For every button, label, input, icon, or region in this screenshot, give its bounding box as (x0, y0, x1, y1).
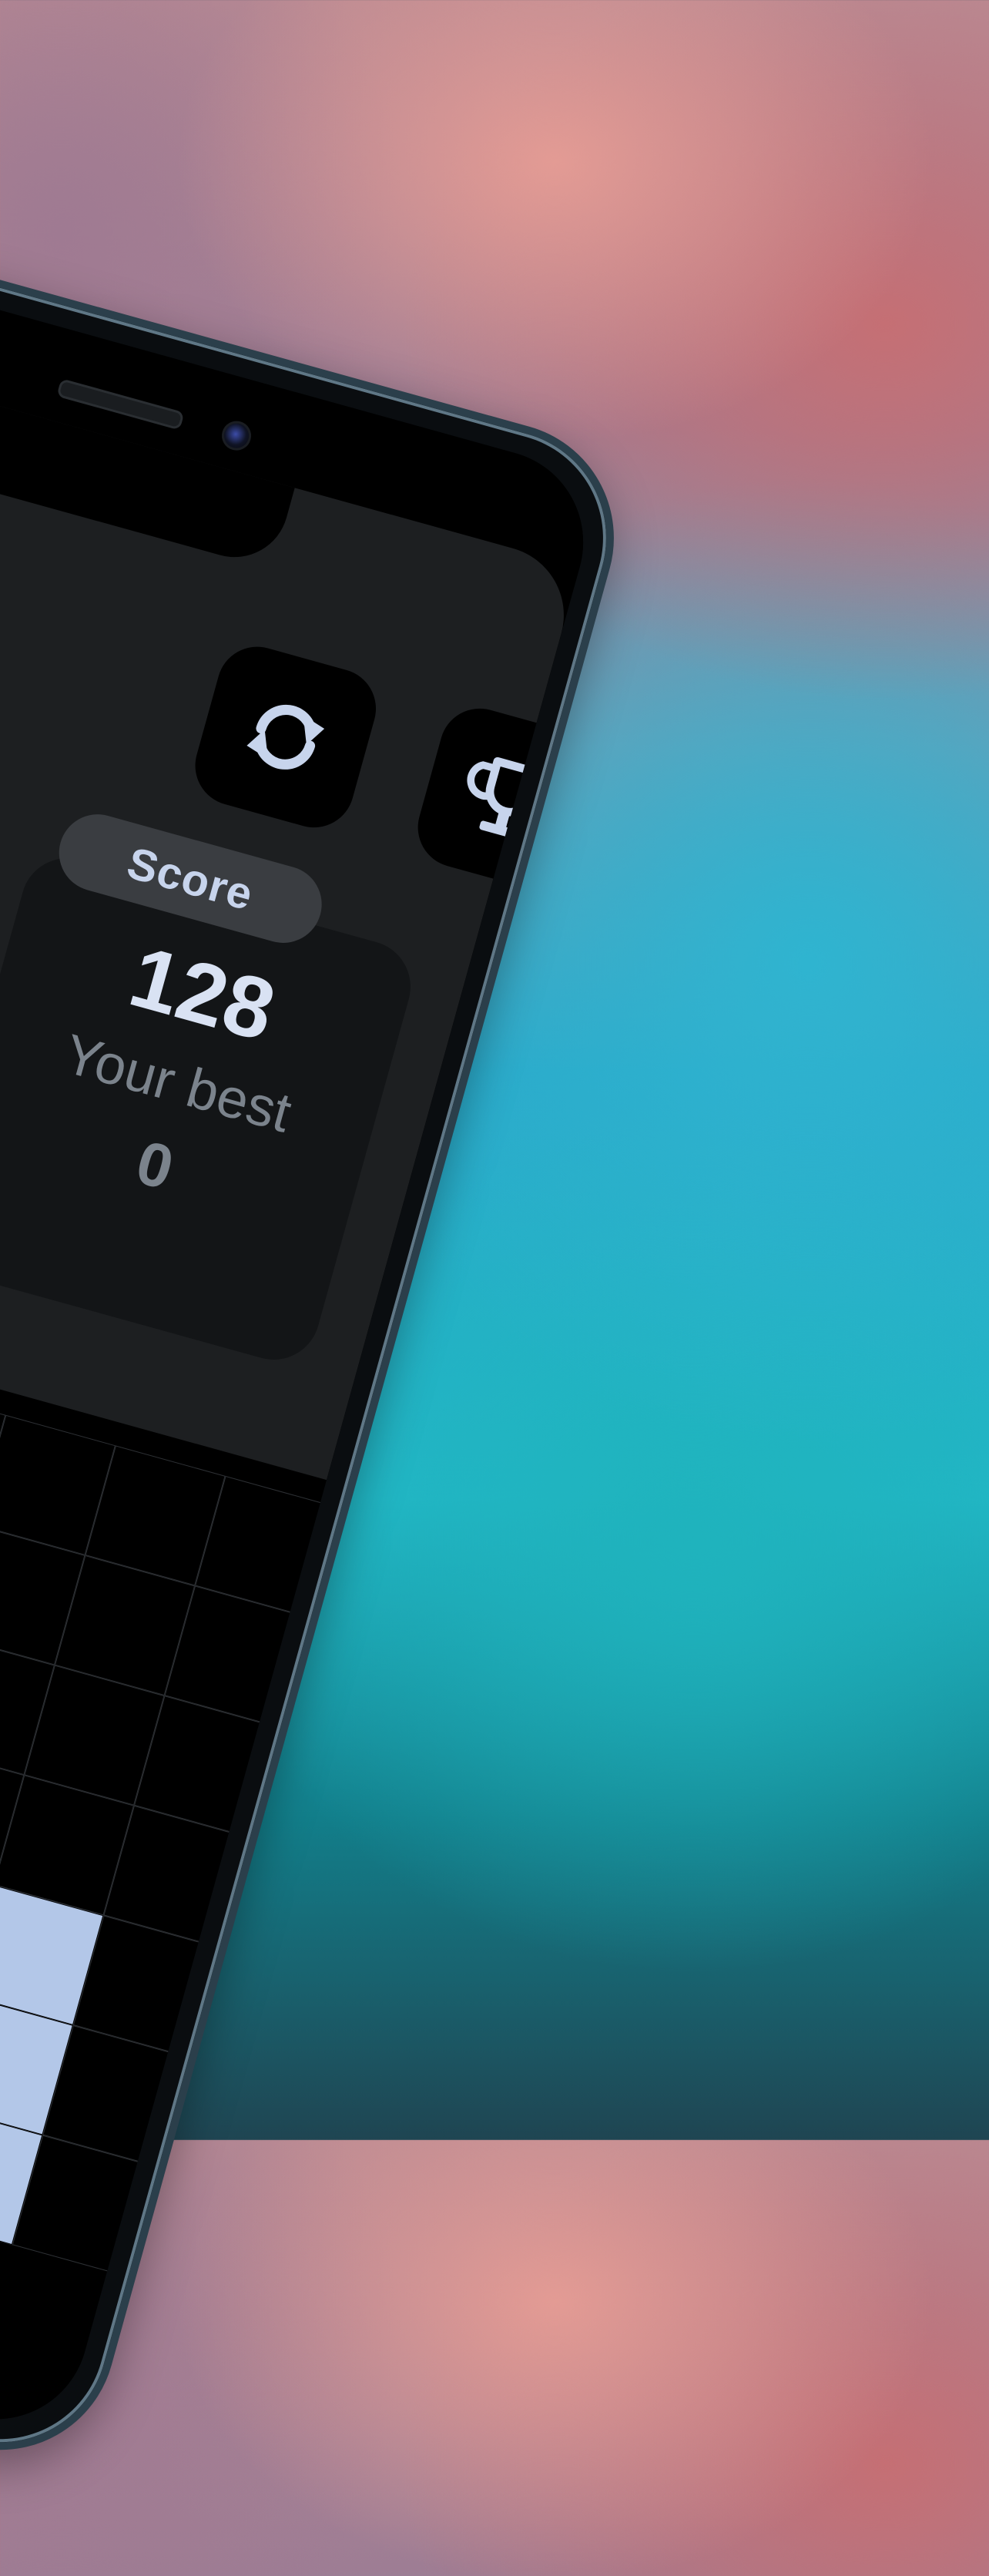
phone: Score 128 Your best 0 (0, 0, 989, 2477)
restart-button[interactable] (186, 637, 386, 837)
leaderboard-button[interactable] (408, 699, 605, 899)
speaker-grille (56, 378, 185, 431)
phone-frame: Score 128 Your best 0 (0, 206, 641, 2477)
phone-screen: Score 128 Your best 0 (0, 242, 605, 2441)
front-camera (218, 418, 255, 454)
refresh-icon (246, 704, 325, 770)
trophy-icon (467, 756, 556, 840)
